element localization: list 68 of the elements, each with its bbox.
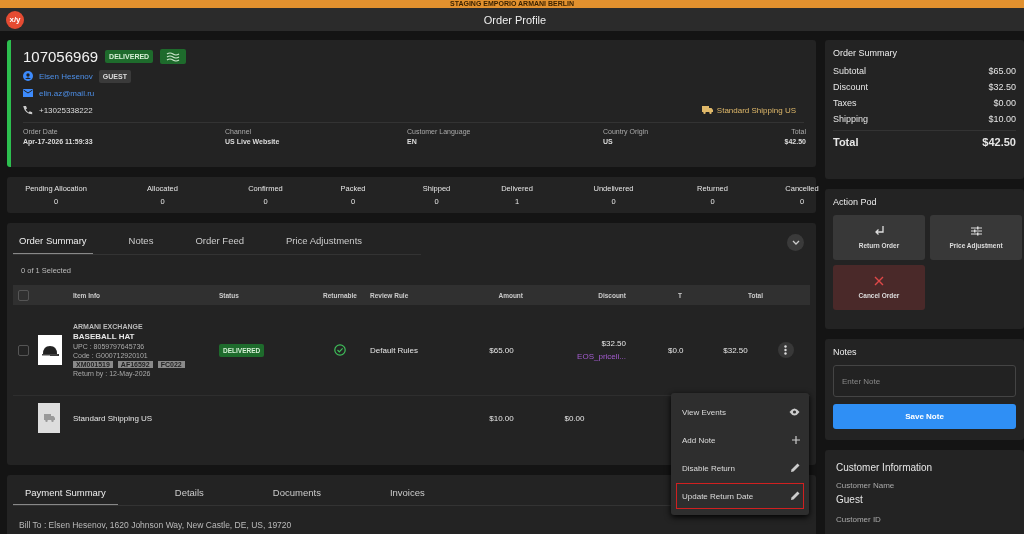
- section-title: Customer Information: [836, 462, 934, 473]
- pencil-icon: [790, 491, 800, 501]
- tab[interactable]: Documents: [260, 475, 333, 505]
- summary-value: $0.00: [993, 98, 1016, 108]
- truck-icon: [43, 414, 55, 422]
- field-label: Customer ID: [836, 515, 882, 524]
- select-all-checkbox[interactable]: [18, 289, 29, 301]
- row-checkbox[interactable]: [18, 344, 29, 356]
- more-icon: [784, 345, 787, 355]
- eye-icon: [789, 408, 800, 416]
- summary-label: Taxes: [833, 98, 857, 108]
- summary-label: Shipping: [833, 114, 869, 124]
- menu-item[interactable]: Disable Return: [676, 455, 804, 481]
- amount-value: $10.00: [489, 413, 514, 423]
- customer-name: Guest: [836, 494, 864, 505]
- total-value: $42.50: [982, 136, 1016, 148]
- person-icon: [23, 71, 33, 81]
- review-rule: Default Rules: [370, 345, 419, 355]
- amount-value: $65.00: [489, 345, 514, 355]
- chevron-down-icon: [791, 239, 800, 245]
- plus-icon: [792, 436, 800, 444]
- order-number: 107056969: [23, 48, 99, 65]
- promotion-link[interactable]: EOS_priceli...: [577, 352, 626, 361]
- customer-name-link[interactable]: Elsen Hesenov: [39, 71, 93, 81]
- email-link[interactable]: elin.az@mail.ru: [39, 88, 95, 98]
- tab[interactable]: Order Summary: [13, 229, 93, 254]
- mail-icon: [23, 89, 33, 97]
- row-menu-button[interactable]: [777, 342, 794, 358]
- return-arrow-icon: [873, 226, 885, 236]
- summary-label: Discount: [833, 82, 868, 92]
- section-title: Action Pod: [833, 197, 878, 207]
- page-title: Order Profile: [483, 13, 547, 26]
- app-logo[interactable]: x/y: [6, 10, 24, 29]
- waves-icon: [166, 51, 181, 62]
- summary-value: $65.00: [988, 66, 1016, 76]
- shipping-name: Standard Shipping US: [73, 413, 153, 423]
- tab[interactable]: Price Adjustments: [280, 229, 369, 254]
- tax-value: $0.0: [668, 345, 684, 355]
- menu-item[interactable]: Add Note: [676, 427, 804, 453]
- discount-value: $32.50: [601, 339, 626, 348]
- tab[interactable]: Order Feed: [189, 229, 250, 254]
- sliders-icon: [970, 226, 982, 236]
- pencil-icon: [790, 463, 800, 473]
- tab[interactable]: Invoices: [377, 475, 437, 505]
- total-label: Total: [833, 136, 859, 148]
- details-toggle-button[interactable]: [160, 49, 187, 64]
- tab[interactable]: Payment Summary: [13, 475, 118, 505]
- close-icon: [874, 276, 884, 286]
- collapse-button[interactable]: [787, 233, 804, 251]
- truck-icon: [701, 106, 713, 114]
- summary-value: $32.50: [988, 82, 1016, 92]
- discount-value: $0.00: [564, 413, 585, 423]
- section-title: Order Summary: [833, 48, 898, 58]
- summary-label: Subtotal: [833, 66, 867, 76]
- field-label: Customer Name: [836, 481, 896, 490]
- total-value: $32.50: [723, 345, 748, 355]
- note-input[interactable]: Enter Note: [833, 365, 1016, 397]
- section-title: Notes: [833, 347, 858, 357]
- shipping-method: Standard Shipping US: [716, 105, 796, 115]
- menu-item[interactable]: Update Return Date: [676, 483, 804, 509]
- phone-number: +13025338222: [39, 105, 93, 115]
- menu-item[interactable]: View Events: [676, 399, 804, 425]
- bill-to-address: Bill To : Elsen Hesenov, 1620 Johnson Way, New Castle, DE, US, 19720: [19, 520, 293, 530]
- summary-value: $10.00: [988, 114, 1016, 124]
- product-name: BASEBALL HAT: [73, 332, 136, 341]
- tab[interactable]: Notes: [122, 229, 160, 254]
- phone-icon: [23, 105, 33, 115]
- tab[interactable]: Details: [162, 475, 216, 505]
